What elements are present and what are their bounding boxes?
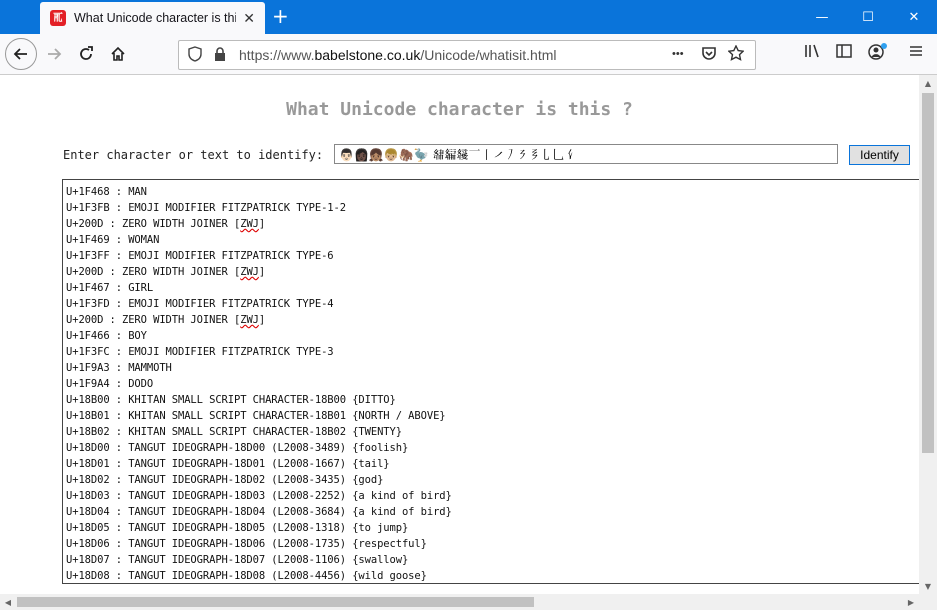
tab-title: What Unicode character is this (74, 11, 236, 25)
output-line: U+1F468 : MAN (66, 186, 147, 198)
output-line: U+18B01 : KHITAN SMALL SCRIPT CHARACTER-… (66, 410, 446, 422)
address-bar[interactable]: https://www.babelstone.co.uk/Unicode/wha… (178, 40, 756, 70)
output-line: U+1F3FB : EMOJI MODIFIER FITZPATRICK TYP… (66, 202, 346, 214)
home-button[interactable] (104, 40, 132, 68)
output-line: U+18D06 : TANGUT IDEOGRAPH-18D06 (L2008-… (66, 538, 427, 550)
output-line: U+18D07 : TANGUT IDEOGRAPH-18D07 (L2008-… (66, 554, 409, 566)
horizontal-scroll-thumb[interactable] (17, 597, 534, 607)
output-line: U+1F9A3 : MAMMOTH (66, 362, 172, 374)
text-input[interactable]: 👨🏻‍👩🏿‍👧🏽‍👦🏼🦣🦤 𘀀𘀁𘀂𘠀𘠁𘠂𘠃𘠄𘠅𘠆𘠇𘠈 (334, 144, 838, 164)
output-line: U+18D04 : TANGUT IDEOGRAPH-18D04 (L2008-… (66, 506, 452, 518)
reload-button[interactable] (72, 40, 100, 68)
title-bar: 𗀀 What Unicode character is this ✕ + — ☐… (0, 0, 937, 34)
output-line: U+1F3FD : EMOJI MODIFIER FITZPATRICK TYP… (66, 298, 334, 310)
shield-icon[interactable] (188, 46, 202, 65)
scroll-right-icon[interactable]: ▶ (903, 594, 919, 610)
identify-button[interactable]: Identify (849, 145, 910, 165)
output-line: U+18D02 : TANGUT IDEOGRAPH-18D02 (L2008-… (66, 474, 384, 486)
vertical-scroll-thumb[interactable] (922, 93, 934, 453)
maximize-icon[interactable]: ☐ (845, 0, 891, 34)
output-line: U+1F467 : GIRL (66, 282, 154, 294)
output-line: U+18D08 : TANGUT IDEOGRAPH-18D08 (L2008-… (66, 570, 427, 582)
output-line: U+1F466 : BOY (66, 330, 147, 342)
output-line: U+1F469 : WOMAN (66, 234, 160, 246)
output-line: U+200D : ZERO WIDTH JOINER [ZWJ] (66, 266, 266, 278)
url-text[interactable]: https://www.babelstone.co.uk/Unicode/wha… (239, 47, 557, 63)
pocket-icon[interactable] (701, 45, 717, 65)
scrollbar-corner (919, 594, 937, 610)
output-line: U+18D00 : TANGUT IDEOGRAPH-18D00 (L2008-… (66, 442, 409, 454)
home-icon (111, 46, 125, 61)
menu-icon[interactable] (908, 43, 924, 63)
input-label: Enter character or text to identify: (63, 148, 324, 162)
output-line: U+1F3FF : EMOJI MODIFIER FITZPATRICK TYP… (66, 250, 334, 262)
output-line: U+1F9A4 : DODO (66, 378, 154, 390)
forward-arrow-icon (48, 48, 62, 60)
scroll-down-icon[interactable]: ▼ (919, 578, 937, 594)
back-arrow-icon (13, 48, 27, 60)
page-actions-icon[interactable]: ••• (672, 48, 684, 60)
forward-button[interactable] (40, 40, 68, 68)
browser-tab[interactable]: 𗀀 What Unicode character is this ✕ (40, 2, 265, 34)
output-line: U+18D01 : TANGUT IDEOGRAPH-18D01 (L2008-… (66, 458, 390, 470)
horizontal-scrollbar[interactable]: ◀ ▶ (0, 594, 919, 610)
account-icon[interactable] (868, 43, 888, 65)
reload-icon (80, 46, 93, 60)
output-line: U+18D03 : TANGUT IDEOGRAPH-18D03 (L2008-… (66, 490, 452, 502)
page-title: What Unicode character is this ? (286, 99, 633, 120)
vertical-scrollbar[interactable]: ▲ ▼ (919, 75, 937, 594)
window-close-icon[interactable]: ✕ (891, 0, 937, 34)
tab-close-icon[interactable]: ✕ (243, 10, 255, 27)
site-favicon-icon: 𗀀 (50, 10, 66, 26)
scroll-left-icon[interactable]: ◀ (0, 594, 16, 610)
scroll-up-icon[interactable]: ▲ (919, 75, 937, 91)
output-line: U+18B02 : KHITAN SMALL SCRIPT CHARACTER-… (66, 426, 402, 438)
back-button[interactable] (5, 38, 37, 70)
output-line: U+200D : ZERO WIDTH JOINER [ZWJ] (66, 314, 266, 326)
new-tab-icon[interactable]: + (272, 6, 289, 26)
library-icon[interactable] (804, 43, 822, 63)
output-line: U+18D05 : TANGUT IDEOGRAPH-18D05 (L2008-… (66, 522, 409, 534)
sidebar-icon[interactable] (836, 43, 852, 63)
page-content: What Unicode character is this ? Enter c… (0, 75, 919, 594)
output-line: U+1F3FC : EMOJI MODIFIER FITZPATRICK TYP… (66, 346, 334, 358)
lock-icon[interactable] (214, 46, 226, 65)
output-box[interactable]: U+1F468 : MAN U+1F3FB : EMOJI MODIFIER FI… (62, 179, 919, 584)
minimize-icon[interactable]: — (799, 0, 845, 34)
output-line: U+200D : ZERO WIDTH JOINER [ZWJ] (66, 218, 266, 230)
output-line: U+18B00 : KHITAN SMALL SCRIPT CHARACTER-… (66, 394, 396, 406)
bookmark-star-icon[interactable] (727, 44, 745, 65)
navigation-bar: https://www.babelstone.co.uk/Unicode/wha… (0, 34, 937, 75)
